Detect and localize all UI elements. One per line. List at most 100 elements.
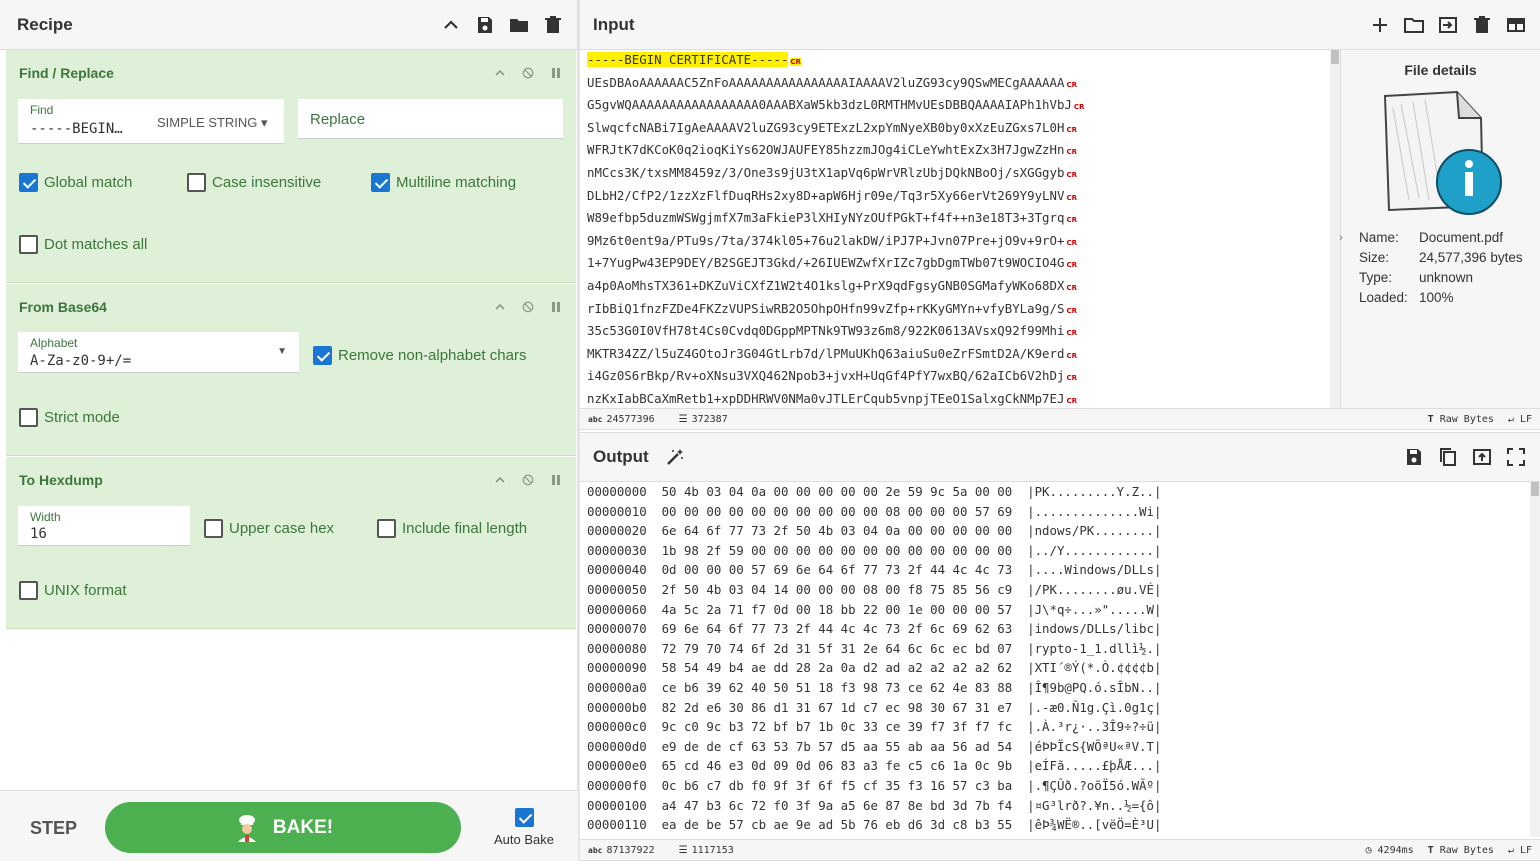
- raw-bytes-toggle[interactable]: T Raw Bytes: [1428, 845, 1494, 856]
- input-line: 35c53G0I0VfH78t4Cs0Cvdq0DGppMPTNk9TW93z6…: [580, 321, 1340, 344]
- checkbox-checked[interactable]: [313, 346, 332, 365]
- input-textarea[interactable]: -----BEGIN CERTIFICATE----- CR UEsDBAoAAAA…: [580, 50, 1340, 408]
- caret-down-icon[interactable]: ▼: [277, 346, 287, 357]
- maximize-icon[interactable]: [1506, 447, 1526, 467]
- disable-icon[interactable]: [522, 66, 534, 80]
- hexdump-line: 00000020 6e 64 6f 77 73 2f 50 4b 03 04 0…: [587, 523, 1162, 539]
- strict-mode-checkbox[interactable]: Strict mode: [19, 408, 120, 427]
- file-size-row: Size: 24,577,396 bytes: [1359, 250, 1523, 265]
- upper-case-hex-checkbox[interactable]: Upper case hex: [204, 519, 334, 538]
- pause-icon[interactable]: [550, 300, 562, 314]
- checkbox-checked[interactable]: [514, 808, 534, 827]
- raw-bytes-toggle[interactable]: T Raw Bytes: [1428, 414, 1494, 425]
- disable-icon[interactable]: [522, 300, 534, 314]
- field-key: Name:: [1359, 230, 1399, 245]
- input-line: SlwqcfcNABi7IgAeAAAAV2luZG93cy9ETExzL2xp…: [580, 118, 1340, 141]
- input-line: i4Gz0S6rBkp/Rv+oXNsu3VXQ462Npob3+jvxH+Uq…: [580, 366, 1340, 389]
- trash-icon[interactable]: [1472, 15, 1492, 35]
- file-details-title: File details: [1404, 62, 1477, 78]
- input-panel: Input -----BEGIN CERTIFICATE----- CR UEsDB…: [580, 0, 1540, 430]
- input-line-text: W89efbp5duzmWSWgjmfX7m3aFkieP3lXHIyNYzOU…: [587, 210, 1065, 226]
- recipe-controls: STEP BAKE! Auto Bake: [0, 790, 578, 861]
- file-name-row: Name: Document.pdf: [1359, 230, 1503, 245]
- input-line-text: 1+7YugPw43EP9DEY/B2SGEJT3Gkd/+26IUEWZwfX…: [587, 255, 1065, 271]
- collapse-chevron-icon[interactable]: ›: [1339, 230, 1343, 244]
- checkbox-checked[interactable]: [371, 173, 390, 192]
- output-panel: Output 00000000 50 4b 03 04 0a 00 00 00 …: [580, 432, 1540, 861]
- input-scrollbar[interactable]: [1330, 50, 1340, 408]
- save-icon[interactable]: [475, 15, 495, 35]
- input-line-text: G5gvWQAAAAAAAAAAAAAAAAA0AAABXaW5kb3dzL0R…: [587, 97, 1072, 113]
- hexdump-line: 00000050 2f 50 4b 03 04 14 00 00 00 08 0…: [587, 581, 1162, 597]
- find-mode-dropdown[interactable]: SIMPLE STRING ▾: [157, 115, 268, 131]
- width-field[interactable]: Width 16: [18, 506, 190, 546]
- find-field[interactable]: Find -----BEGIN… SIMPLE STRING ▾: [18, 99, 284, 144]
- chef-icon: [237, 814, 256, 842]
- chevron-up-icon[interactable]: [494, 473, 506, 487]
- pause-icon[interactable]: [550, 66, 562, 80]
- eol-toggle[interactable]: ↵ LF: [1508, 845, 1532, 856]
- replace-input[interactable]: Replace: [310, 111, 365, 128]
- case-insensitive-checkbox[interactable]: Case insensitive: [187, 173, 321, 192]
- input-line-text: UEsDBAoAAAAAAC5ZnFoAAAAAAAAAAAAAAAAIAAAA…: [587, 74, 1065, 90]
- remove-non-alphabet-checkbox[interactable]: Remove non-alphabet chars: [313, 346, 526, 365]
- output-header: Output: [580, 432, 1540, 482]
- auto-bake-toggle[interactable]: Auto Bake: [484, 808, 564, 847]
- multiline-checkbox[interactable]: Multiline matching: [371, 173, 516, 192]
- checkbox-unchecked[interactable]: [19, 581, 38, 600]
- find-input[interactable]: -----BEGIN…: [30, 121, 123, 137]
- cr-marker: CR: [1066, 148, 1077, 157]
- input-header: Input: [580, 0, 1540, 50]
- save-icon[interactable]: [1404, 447, 1424, 467]
- pause-icon[interactable]: [550, 473, 562, 487]
- global-match-checkbox[interactable]: Global match: [19, 173, 132, 192]
- field-key: Size:: [1359, 250, 1390, 265]
- recipe-header: Recipe: [0, 0, 577, 50]
- input-line: 9Mz6t0ent9a/PTu9s/7ta/374kl05+76u2lakDW/…: [580, 231, 1340, 254]
- checkbox-unchecked[interactable]: [377, 519, 396, 538]
- chevron-up-icon[interactable]: [494, 300, 506, 314]
- checkbox-checked[interactable]: [19, 173, 38, 192]
- checkbox-unchecked[interactable]: [204, 519, 223, 538]
- checkbox-unchecked[interactable]: [187, 173, 206, 192]
- alphabet-input[interactable]: A-Za-z0-9+/=: [30, 353, 131, 369]
- input-line-text: MKTR34ZZ/l5uZ4GOtoJr3G04GtLrb7d/lPMuUKhQ…: [587, 345, 1065, 361]
- hexdump-line: 000000c0 9c c0 9c b3 72 bf b7 1b 0c 33 c…: [587, 719, 1162, 735]
- hexdump-line: 00000070 69 6e 64 6f 77 73 2f 44 4c 4c 7…: [587, 621, 1162, 637]
- width-input[interactable]: 16: [30, 526, 47, 542]
- checkbox-label: Global match: [44, 174, 133, 191]
- dot-matches-all-checkbox[interactable]: Dot matches all: [19, 235, 147, 254]
- cr-marker: CR: [1066, 125, 1077, 134]
- replace-input-icon[interactable]: [1472, 447, 1492, 467]
- alphabet-field[interactable]: Alphabet A-Za-z0-9+/= ▼: [18, 332, 299, 373]
- unix-format-checkbox[interactable]: UNIX format: [19, 581, 127, 600]
- bake-button[interactable]: BAKE!: [105, 802, 461, 853]
- include-final-length-checkbox[interactable]: Include final length: [377, 519, 527, 538]
- chevron-up-icon[interactable]: [441, 15, 461, 35]
- trash-icon[interactable]: [543, 15, 563, 35]
- output-textarea[interactable]: 00000000 50 4b 03 04 0a 00 00 00 00 00 2…: [580, 482, 1540, 837]
- checkbox-unchecked[interactable]: [19, 235, 38, 254]
- input-line: MKTR34ZZ/l5uZ4GOtoJr3G04GtLrb7d/lPMuUKhQ…: [580, 344, 1340, 367]
- output-scrollbar[interactable]: [1530, 482, 1540, 837]
- disable-icon[interactable]: [522, 473, 534, 487]
- checkbox-unchecked[interactable]: [19, 408, 38, 427]
- folder-icon[interactable]: [509, 15, 529, 35]
- operation-name: To Hexdump: [19, 472, 103, 488]
- plus-icon[interactable]: [1370, 15, 1390, 35]
- input-line-text: 35c53G0I0VfH78t4Cs0Cvdq0DGppMPTNk9TW93z6…: [587, 323, 1065, 339]
- line-count: ☰ 1117153: [679, 845, 734, 856]
- open-folder-icon[interactable]: [1404, 15, 1424, 35]
- auto-bake-label: Auto Bake: [494, 832, 554, 847]
- copy-icon[interactable]: [1438, 447, 1458, 467]
- layout-icon[interactable]: [1506, 15, 1526, 35]
- chevron-up-icon[interactable]: [494, 66, 506, 80]
- line-count-value: 1117153: [691, 844, 734, 856]
- magic-wand-icon[interactable]: [665, 447, 685, 467]
- import-file-icon[interactable]: [1438, 15, 1458, 35]
- input-line-text: DLbH2/CfP2/1zzXzFlfDuqRHs2xy8D+apW6Hjr09…: [587, 187, 1065, 203]
- char-count-value: 24577396: [606, 413, 655, 425]
- step-button[interactable]: STEP: [30, 818, 77, 839]
- replace-field[interactable]: Replace: [298, 99, 563, 139]
- eol-toggle[interactable]: ↵ LF: [1508, 414, 1532, 425]
